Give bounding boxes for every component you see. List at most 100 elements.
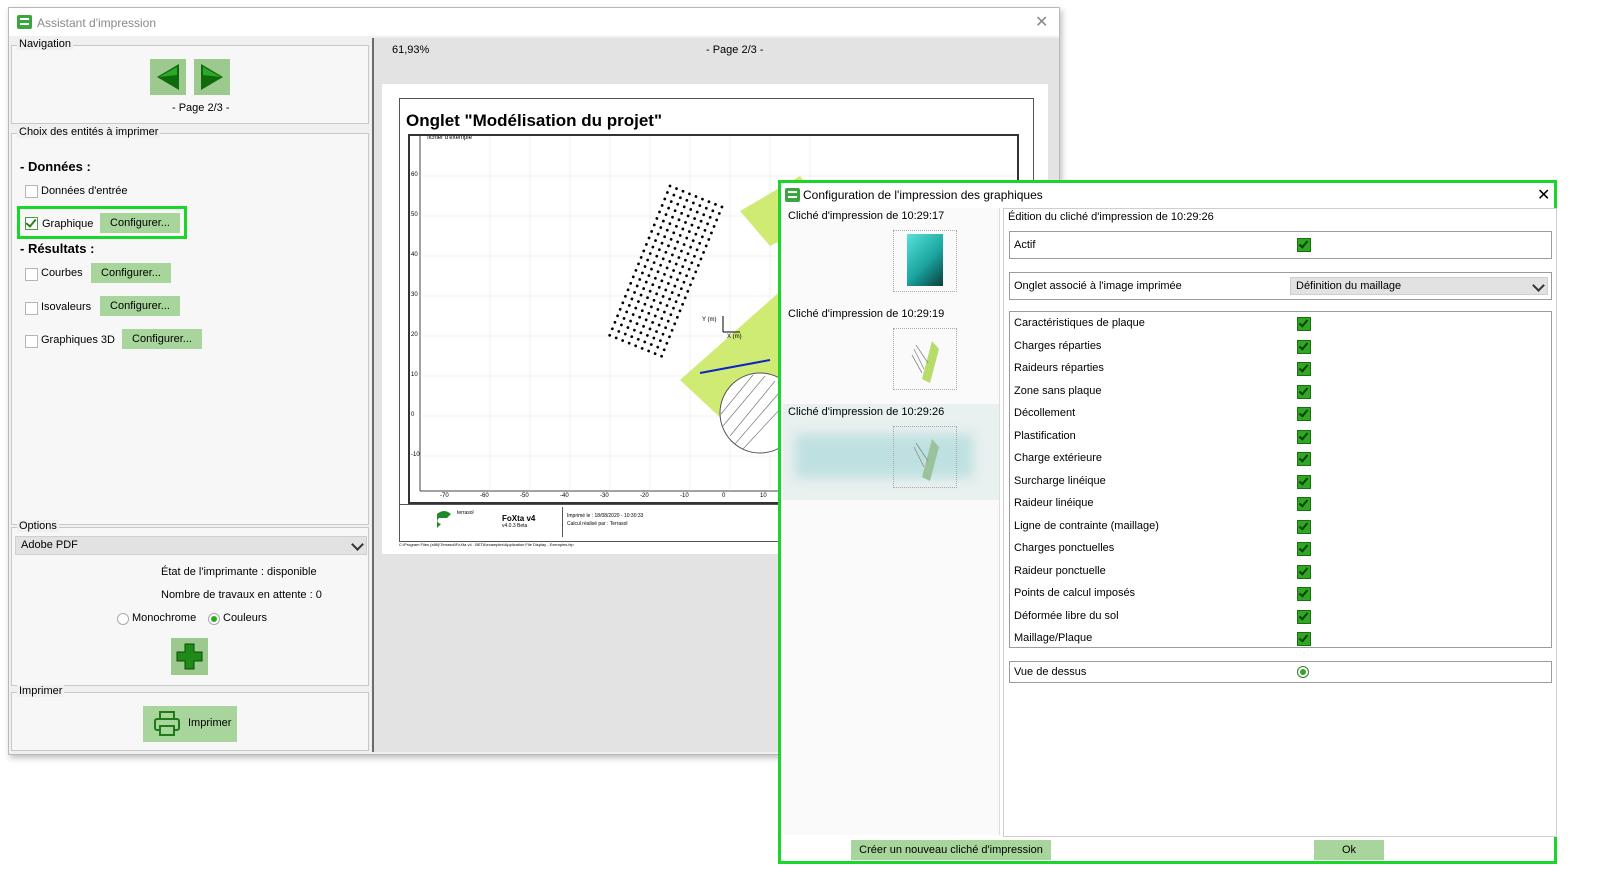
print-button-label: Imprimer [188,717,232,729]
add-button[interactable] [171,638,208,675]
print-button[interactable]: Imprimer [143,706,237,742]
graphiques3d-label: Graphiques 3D [41,334,115,346]
layer-checkbox[interactable] [1297,542,1311,556]
configure-graphiques3d-button[interactable]: Configurer... [122,329,202,349]
layer-checkbox[interactable] [1297,609,1311,624]
layer-label: Zone sans plaque [1014,384,1102,397]
y-tick-2: 40 [411,252,418,258]
tab-select-value: Définition du maillage [1296,280,1402,292]
layer-row: Plastification [1010,428,1551,448]
y-tick-5: 10 [411,372,418,378]
snapshot-1-thumbnail [893,230,957,292]
layer-label: Ligne de contrainte (maillage) [1014,519,1159,532]
layer-checkbox[interactable] [1297,474,1311,489]
y-tick-4: 20 [411,332,418,338]
new-snapshot-button[interactable]: Créer un nouveau cliché d'impression [851,840,1051,860]
config-window-title: Configuration de l'impression des graphi… [803,188,1043,202]
edit-legend: Édition du cliché d'impression de 10:29:… [1008,211,1214,223]
view-radio[interactable] [1297,666,1309,678]
graph-print-config-window: Configuration de l'impression des graphi… [778,180,1557,864]
snapshot-3-thumbnail [893,426,957,488]
layer-checkbox[interactable] [1297,497,1311,511]
tab-select[interactable]: Définition du maillage [1290,277,1548,295]
layer-row: Zone sans plaque [1010,383,1551,403]
print-group: Imprimer Imprimer [11,685,369,751]
printer-icon [154,711,180,736]
close-icon[interactable]: ✕ [1035,14,1048,30]
layer-row: Surcharge linéique [1010,473,1551,493]
layer-checkbox[interactable] [1297,632,1311,646]
x-tick-4: -30 [600,493,609,499]
layer-row: Charges ponctuelles [1010,540,1551,560]
layer-row: Maillage/Plaque [1010,630,1551,650]
title-bar: Assistant d'impression ✕ [9,8,1059,36]
actif-row: Actif [1009,231,1552,259]
layer-label: Points de calcul imposés [1014,587,1136,599]
zoom-level: 61,93% [392,44,430,56]
actif-label: Actif [1014,239,1036,251]
snapshot-3-image [913,439,939,481]
layer-checkbox[interactable] [1297,407,1311,421]
printer-status: État de l'imprimante : disponible [161,566,317,578]
plus-icon [176,643,203,670]
configure-isovaleurs-button[interactable]: Configurer... [100,296,180,316]
app-icon [17,15,32,29]
layer-label: Caractéristiques de plaque [1014,317,1145,329]
layer-label: Charge extérieure [1014,452,1103,464]
printer-select[interactable]: Adobe PDF [15,536,367,555]
graphique-checkbox[interactable] [25,217,38,230]
layer-checkbox[interactable] [1297,317,1311,331]
layer-checkbox[interactable] [1297,384,1311,399]
options-legend: Options [17,520,59,532]
snapshot-item-3[interactable]: Cliché d'impression de 10:29:26 [783,404,999,500]
colors-radio[interactable] [208,613,220,625]
ok-button[interactable]: Ok [1314,840,1384,860]
isovaleurs-checkbox[interactable] [25,302,38,315]
snapshot-item-1[interactable]: Cliché d'impression de 10:29:17 [783,208,999,304]
layer-checkbox[interactable] [1297,519,1311,534]
layer-label: Raideur linéique [1014,497,1094,509]
configure-courbes-button[interactable]: Configurer... [91,263,171,283]
product-name: FoXta v4 [502,514,536,523]
layer-label: Décollement [1014,407,1076,419]
layer-checkbox[interactable] [1297,587,1311,601]
layer-checkbox[interactable] [1297,362,1311,376]
layer-checkbox[interactable] [1297,339,1311,354]
config-close-icon[interactable]: ✕ [1537,187,1550,203]
queue-count: Nombre de travaux en attente : 0 [161,589,322,601]
next-page-button[interactable] [194,59,230,95]
snapshot-2-thumbnail [893,328,957,390]
layer-row: Charge extérieure [1010,450,1551,470]
layer-label: Déformée libre du sol [1014,609,1119,622]
layer-label: Charges réparties [1014,339,1102,352]
layer-row: Déformée libre du sol [1010,608,1551,628]
colors-label: Couleurs [223,612,268,624]
layer-checkbox[interactable] [1297,564,1311,579]
snapshot-item-2[interactable]: Cliché d'impression de 10:29:19 [783,306,999,402]
arrow-left-icon [157,64,179,90]
layer-row: Points de calcul imposés [1010,585,1551,605]
graphiques3d-checkbox[interactable] [25,335,38,348]
configure-graphique-button[interactable]: Configurer... [100,213,180,233]
input-data-checkbox[interactable] [25,185,38,198]
previous-page-button[interactable] [150,59,186,95]
chevron-down-icon [351,538,364,551]
y-tick-0: 60 [411,172,418,178]
input-data-label: Données d'entrée [41,185,128,197]
arrow-right-icon [201,64,223,90]
snapshot-1-label: Cliché d'impression de 10:29:17 [788,210,945,222]
monochrome-label: Monochrome [132,612,197,624]
courbes-checkbox[interactable] [25,268,38,281]
snapshot-2-image [911,341,939,383]
layer-checkbox[interactable] [1297,429,1311,444]
print-legend: Imprimer [17,685,65,697]
actif-checkbox[interactable] [1297,238,1311,252]
layer-row: Raideur linéique [1010,495,1551,515]
x-tick-8: 10 [760,493,767,499]
x-tick-3: -40 [560,493,569,499]
printer-value: Adobe PDF [21,539,78,551]
monochrome-radio[interactable] [117,613,129,625]
terrasol-logo [437,511,451,528]
tab-label: Onglet associé à l'image imprimée [1014,280,1182,292]
layer-checkbox[interactable] [1297,452,1311,466]
